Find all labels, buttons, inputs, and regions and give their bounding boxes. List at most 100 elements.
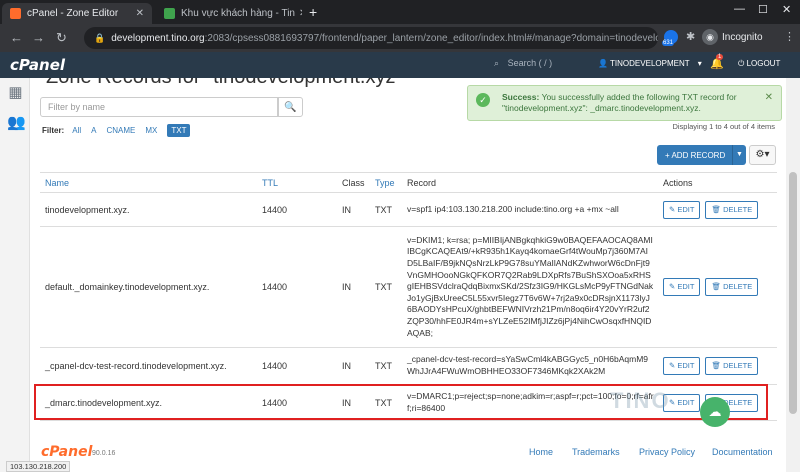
edit-button[interactable]: ✎ EDIT — [663, 200, 701, 219]
grid-icon[interactable]: ▦ — [7, 84, 24, 101]
filter-search-button[interactable]: 🔍 — [278, 97, 303, 117]
filter-a[interactable]: A — [91, 126, 96, 135]
extension-icon[interactable]: 631 — [662, 30, 678, 47]
record-class: IN — [337, 192, 370, 227]
address-bar[interactable]: 🔒 development.tino.org :2083/cpsess08816… — [84, 27, 658, 49]
cpanel-favicon-icon — [10, 8, 21, 19]
search-input[interactable]: ⌕ Search ( / ) — [494, 58, 552, 69]
record-type: TXT — [370, 226, 402, 348]
column-header-type[interactable]: Type — [370, 172, 402, 193]
tab-client-area[interactable]: Khu vực khách hàng - Tin ✕ — [156, 3, 302, 24]
new-tab-button[interactable]: + — [309, 4, 317, 20]
tab-title: cPanel - Zone Editor — [27, 8, 119, 19]
delete-button[interactable]: 🗑 DELETE — [705, 357, 759, 375]
browser-toolbar: ← → ↻ 🔒 development.tino.org :2083/cpses… — [0, 24, 800, 52]
record-type: TXT — [370, 347, 402, 385]
minimize-icon[interactable]: — — [734, 3, 745, 15]
footer-link-home[interactable]: Home — [529, 447, 553, 457]
edit-button[interactable]: ✎ EDIT — [663, 278, 701, 296]
filter-options: Filter: All A CNAME MX TXT — [42, 124, 200, 137]
incognito-indicator[interactable]: ◉ Incognito — [702, 29, 763, 45]
filter-all[interactable]: All — [72, 126, 81, 135]
cpanel-header: cPanel ⌕ Search ( / ) 👤 TINODEVELOPMENT … — [0, 52, 800, 78]
delete-button[interactable]: 🗑 DELETE — [705, 278, 759, 296]
user-icon: 👤 — [598, 59, 608, 68]
cpanel-logo[interactable]: cPanel — [10, 56, 65, 74]
reload-icon[interactable]: ↻ — [56, 30, 67, 46]
table-row: tinodevelopment.xyz. 14400 IN TXT v=spf1… — [40, 192, 777, 227]
table-header-row: Name TTL Class Type Record Actions — [40, 172, 777, 193]
cloud-icon: ☁ — [700, 397, 730, 427]
close-icon[interactable]: ✕ — [132, 8, 144, 19]
chevron-down-icon[interactable]: ▼ — [732, 145, 746, 165]
table-row: _cpanel-dcv-test-record.tinodevelopment.… — [40, 347, 777, 385]
record-name: default._domainkey.tinodevelopment.xyz. — [40, 226, 257, 348]
delete-label: DELETE — [723, 204, 753, 214]
notifications-button[interactable]: 🔔 1 — [710, 54, 724, 70]
success-alert: ✓ Success: You successfully added the fo… — [467, 85, 782, 121]
column-header-ttl[interactable]: TTL — [257, 172, 337, 193]
column-header-class: Class — [337, 172, 370, 193]
record-value: v=spf1 ip4:103.130.218.200 include:tino.… — [402, 192, 658, 227]
edit-label: EDIT — [677, 361, 695, 370]
back-icon[interactable]: ← — [10, 30, 23, 45]
search-icon: ⌕ — [494, 58, 500, 68]
status-bar-url: 103.130.218.200 — [6, 461, 71, 472]
settings-button[interactable]: ⚙▾ — [749, 145, 776, 165]
tino-favicon-icon — [164, 8, 175, 19]
filter-txt[interactable]: TXT — [167, 124, 191, 137]
extension-badge: 631 — [662, 40, 675, 46]
incognito-label: Incognito — [722, 31, 763, 43]
record-value: v=DKIM1; k=rsa; p=MIIBIjANBgkqhkiG9w0BAQ… — [402, 226, 658, 348]
footer-cpanel-logo[interactable]: cPanel — [41, 444, 92, 460]
logout-button[interactable]: ⏻ LOGOUT — [738, 59, 780, 69]
record-name: _dmarc.tinodevelopment.xyz. — [40, 384, 257, 421]
footer-link-documentation[interactable]: Documentation — [712, 447, 773, 457]
delete-button[interactable]: 🗑 DELETE — [705, 200, 759, 219]
delete-label: DELETE — [723, 282, 753, 291]
logout-icon: ⏻ — [738, 59, 745, 68]
user-menu[interactable]: 👤 TINODEVELOPMENT ▾ — [598, 59, 702, 68]
window-close-icon[interactable]: ✕ — [782, 3, 791, 16]
search-icon: 🔍 — [284, 101, 297, 113]
lock-icon: 🔒 — [94, 32, 106, 43]
filter-input[interactable]: Filter by name — [40, 97, 278, 117]
record-ttl: 14400 — [257, 226, 337, 348]
trash-icon: 🗑 — [711, 282, 724, 291]
close-icon[interactable]: ✕ — [765, 92, 773, 103]
scrollbar[interactable] — [786, 78, 800, 472]
users-icon[interactable]: 👥 — [7, 114, 26, 131]
filter-cname[interactable]: CNAME — [106, 126, 135, 135]
forward-icon[interactable]: → — [32, 30, 45, 45]
filter-mx[interactable]: MX — [145, 126, 157, 135]
chevron-down-icon: ▾ — [697, 59, 702, 68]
menu-icon[interactable]: ⋮ — [784, 30, 795, 43]
record-name: _cpanel-dcv-test-record.tinodevelopment.… — [40, 347, 257, 385]
filter-placeholder: Filter by name — [48, 102, 106, 112]
scrollbar-thumb[interactable] — [789, 172, 797, 414]
url-path: :2083/cpsess0881693797/frontend/paper_la… — [204, 32, 658, 44]
column-header-name[interactable]: Name — [40, 172, 257, 193]
trash-icon: 🗑 — [711, 361, 724, 370]
tab-title: Khu vực khách hàng - Tin — [181, 8, 295, 19]
edit-label: EDIT — [677, 397, 695, 407]
record-class: IN — [337, 347, 370, 385]
record-actions: ✎ EDIT🗑 DELETE — [658, 226, 777, 348]
puzzle-icon[interactable]: ✱ — [686, 30, 695, 43]
tab-cpanel-zone-editor[interactable]: cPanel - Zone Editor ✕ — [2, 3, 152, 24]
footer-version: 90.0.16 — [92, 450, 116, 457]
add-record-button[interactable]: + ADD RECORD ▼ — [657, 145, 746, 165]
record-type: TXT — [370, 192, 402, 227]
table-row: default._domainkey.tinodevelopment.xyz. … — [40, 226, 777, 348]
record-value: _cpanel-dcv-test-record=sYaSwCml4kABGGyc… — [402, 347, 658, 385]
footer-link-trademarks[interactable]: Trademarks — [572, 447, 620, 457]
close-icon[interactable]: ✕ — [295, 8, 302, 19]
record-actions: ✎ EDIT🗑 DELETE — [658, 347, 777, 385]
maximize-icon[interactable]: ☐ — [758, 3, 768, 16]
record-type: TXT — [370, 384, 402, 421]
gear-icon: ⚙▾ — [755, 149, 770, 160]
edit-button[interactable]: ✎ EDIT — [663, 357, 701, 375]
watermark: TINO — [610, 388, 671, 413]
footer-link-privacy[interactable]: Privacy Policy — [639, 447, 695, 457]
edit-label: EDIT — [677, 204, 695, 214]
